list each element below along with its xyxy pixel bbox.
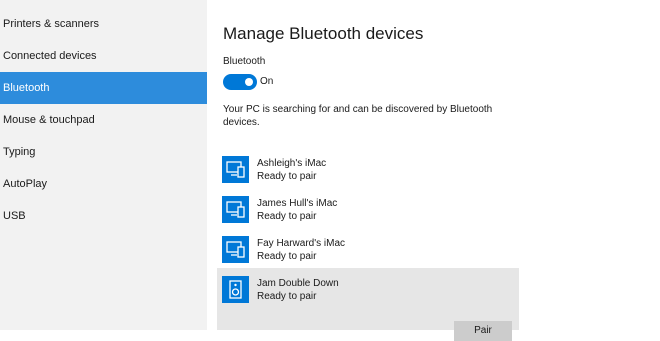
sidebar-item-typing[interactable]: Typing (0, 136, 207, 168)
device-item[interactable]: James Hull's iMac Ready to pair (217, 190, 519, 230)
device-name: Jam Double Down (257, 278, 339, 289)
device-status: Ready to pair (257, 171, 317, 182)
computer-phone-icon (222, 236, 249, 263)
pair-button[interactable]: Pair (454, 321, 512, 341)
sidebar-item-bluetooth[interactable]: Bluetooth (0, 72, 207, 104)
device-status: Ready to pair (257, 211, 317, 222)
sidebar-item-autoplay[interactable]: AutoPlay (0, 168, 207, 200)
device-item[interactable]: Ashleigh's iMac Ready to pair (217, 150, 519, 190)
computer-phone-icon (222, 196, 249, 223)
sidebar-item-connected-devices[interactable]: Connected devices (0, 40, 207, 72)
toggle-state-label: On (260, 76, 274, 87)
bluetooth-toggle-label: Bluetooth (223, 56, 266, 67)
sidebar-item-printers-scanners[interactable]: Printers & scanners (0, 8, 207, 40)
device-item[interactable]: Fay Harward's iMac Ready to pair (217, 230, 519, 270)
device-name: Fay Harward's iMac (257, 238, 346, 249)
device-status: Ready to pair (257, 291, 317, 302)
settings-sidebar: Printers & scanners Connected devices Bl… (0, 0, 207, 330)
device-status: Ready to pair (257, 251, 317, 262)
device-name: James Hull's iMac (257, 198, 338, 209)
bluetooth-toggle[interactable] (223, 74, 257, 90)
discovery-status-text: Your PC is searching for and can be disc… (223, 104, 493, 128)
sidebar-item-usb[interactable]: USB (0, 200, 207, 232)
sidebar-item-mouse-touchpad[interactable]: Mouse & touchpad (0, 104, 207, 136)
bluetooth-panel: Manage Bluetooth devices Bluetooth On Yo… (207, 0, 660, 341)
computer-phone-icon (222, 156, 249, 183)
speaker-icon (222, 276, 249, 303)
toggle-knob (245, 78, 253, 86)
device-name: Ashleigh's iMac (257, 158, 327, 169)
page-title: Manage Bluetooth devices (223, 24, 424, 43)
